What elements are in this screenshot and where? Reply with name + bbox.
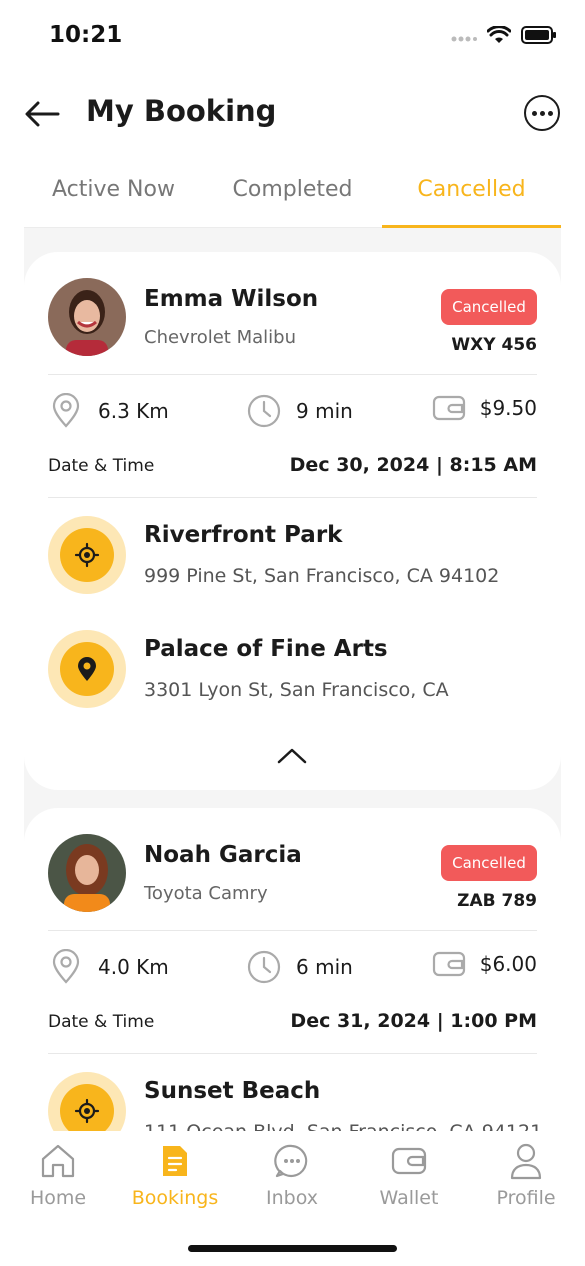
pickup-name: Riverfront Park	[144, 522, 343, 548]
nav-bookings-label: Bookings	[131, 1187, 219, 1209]
status-badge: Cancelled	[441, 289, 537, 325]
duration-value: 9 min	[296, 399, 353, 423]
price-value: $9.50	[479, 396, 537, 420]
battery-icon	[521, 26, 557, 48]
distance-value: 6.3 Km	[98, 399, 169, 423]
avatar	[48, 278, 126, 356]
date-time-value: Dec 31, 2024 | 1:00 PM	[290, 1010, 537, 1032]
wifi-icon	[486, 25, 512, 48]
license-plate: ZAB 789	[457, 891, 537, 911]
date-time-label: Date & Time	[48, 1012, 155, 1032]
divider	[48, 930, 537, 931]
nav-profile[interactable]: Profile	[476, 1141, 576, 1209]
more-dots-icon	[531, 110, 537, 116]
nav-inbox[interactable]: Inbox	[242, 1141, 342, 1209]
header: My Booking	[0, 80, 585, 150]
tab-completed[interactable]: Completed	[203, 160, 382, 227]
nav-wallet[interactable]: Wallet	[359, 1141, 459, 1209]
more-options-button[interactable]	[524, 95, 560, 131]
dropoff-name: Palace of Fine Arts	[144, 636, 388, 662]
signal-icon	[451, 28, 477, 47]
date-time-label: Date & Time	[48, 456, 155, 476]
dropoff-address: 3301 Lyon St, San Francisco, CA	[144, 679, 449, 701]
status-icons	[451, 25, 557, 48]
date-time-value: Dec 30, 2024 | 8:15 AM	[289, 454, 537, 476]
location-pin-icon	[52, 393, 80, 428]
pickup-address: 999 Pine St, San Francisco, CA 94102	[144, 565, 500, 587]
location-pin-icon	[52, 949, 80, 984]
tab-cancelled[interactable]: Cancelled	[382, 160, 561, 228]
arrow-left-icon	[25, 101, 60, 127]
nav-inbox-label: Inbox	[266, 1187, 318, 1209]
wallet-icon	[432, 951, 465, 977]
back-button[interactable]	[22, 94, 62, 134]
duration-stat: 6 min	[246, 949, 353, 985]
duration-stat: 9 min	[246, 393, 353, 429]
crosshair-icon	[74, 1098, 100, 1124]
driver-name: Noah Garcia	[144, 842, 302, 868]
car-model: Toyota Camry	[144, 883, 268, 904]
dropoff-icon	[48, 630, 126, 708]
distance-value: 4.0 Km	[98, 955, 169, 979]
booking-tabs: Active Now Completed Cancelled	[24, 160, 561, 228]
driver-name: Emma Wilson	[144, 286, 319, 312]
crosshair-icon	[74, 542, 100, 568]
booking-card[interactable]: Emma Wilson Chevrolet Malibu Cancelled W…	[24, 252, 561, 790]
bookings-icon	[125, 1141, 225, 1181]
home-icon	[8, 1141, 108, 1181]
clock-icon	[247, 950, 281, 984]
booking-list[interactable]: Emma Wilson Chevrolet Malibu Cancelled W…	[24, 228, 561, 1131]
nav-home[interactable]: Home	[8, 1141, 108, 1209]
wallet-icon	[432, 395, 465, 421]
car-model: Chevrolet Malibu	[144, 327, 296, 348]
price-stat: $9.50	[432, 393, 537, 423]
nav-profile-label: Profile	[496, 1187, 556, 1209]
license-plate: WXY 456	[451, 335, 537, 355]
inbox-icon	[242, 1141, 342, 1181]
duration-value: 6 min	[296, 955, 353, 979]
profile-icon	[476, 1141, 576, 1181]
chevron-up-icon	[277, 748, 307, 764]
status-badge: Cancelled	[441, 845, 537, 881]
distance-stat: 4.0 Km	[48, 949, 169, 985]
nav-home-label: Home	[29, 1187, 87, 1209]
pickup-name: Sunset Beach	[144, 1078, 321, 1104]
home-indicator	[188, 1245, 397, 1252]
distance-stat: 6.3 Km	[48, 393, 169, 429]
status-time: 10:21	[49, 22, 123, 48]
divider	[48, 497, 537, 498]
collapse-button[interactable]	[274, 744, 310, 768]
map-pin-icon	[78, 657, 96, 681]
bottom-nav: Home Bookings Inbox Wallet Profile	[0, 1131, 585, 1266]
nav-bookings[interactable]: Bookings	[125, 1141, 225, 1209]
pickup-address: 111 Ocean Blvd, San Francisco, CA 94121	[144, 1121, 542, 1131]
pickup-icon	[48, 1072, 126, 1131]
page-title: My Booking	[86, 94, 277, 128]
price-stat: $6.00	[432, 949, 537, 979]
avatar	[48, 834, 126, 912]
status-bar: 10:21	[0, 0, 585, 72]
price-value: $6.00	[479, 952, 537, 976]
wallet-icon	[359, 1141, 459, 1181]
divider	[48, 1053, 537, 1054]
divider	[48, 374, 537, 375]
tab-active-now[interactable]: Active Now	[24, 160, 203, 227]
nav-wallet-label: Wallet	[379, 1187, 439, 1209]
clock-icon	[247, 394, 281, 428]
booking-card[interactable]: Noah Garcia Toyota Camry Cancelled ZAB 7…	[24, 808, 561, 1131]
pickup-icon	[48, 516, 126, 594]
